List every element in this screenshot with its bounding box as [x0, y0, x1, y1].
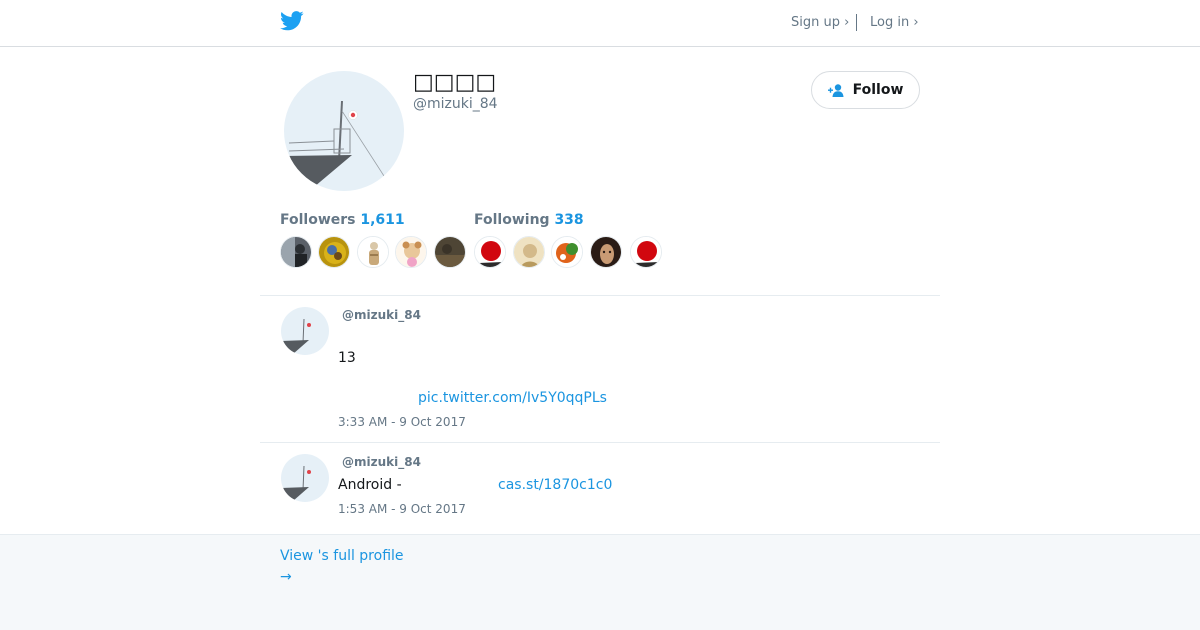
tweet-divider	[260, 442, 940, 443]
follow-button[interactable]: Follow	[811, 71, 920, 109]
tweet-timestamp[interactable]: 1:53 AM - 9 Oct 2017	[338, 502, 466, 516]
signup-link[interactable]: Sign up ›	[791, 15, 849, 30]
tweet-text: Android -	[338, 477, 402, 493]
tweet-link[interactable]: cas.st/1870c1c0	[498, 477, 612, 493]
display-name: □□□□	[413, 70, 497, 95]
footer: View 's full profile →	[0, 534, 1200, 630]
tweet-timestamp[interactable]: 3:33 AM - 9 Oct 2017	[338, 415, 466, 429]
tweet-avatar[interactable]	[281, 307, 329, 355]
follower-avatar[interactable]	[357, 236, 389, 268]
top-bar: Sign up › Log in ›	[0, 0, 1200, 47]
view-full-profile-label: View 's full profile	[280, 548, 404, 564]
nav-divider	[856, 14, 857, 31]
following-label: Following	[474, 212, 550, 228]
view-full-profile-link[interactable]: View 's full profile →	[280, 546, 404, 588]
arrow-right-icon: →	[280, 569, 292, 585]
profile-handle: @mizuki_84	[413, 96, 498, 112]
follow-button-label: Follow	[852, 82, 904, 98]
tweet-handle[interactable]: @mizuki_84	[342, 308, 421, 322]
following-avatar[interactable]	[513, 236, 545, 268]
follower-avatar[interactable]	[318, 236, 350, 268]
follower-avatar[interactable]	[395, 236, 427, 268]
twitter-bird-icon[interactable]	[280, 11, 304, 31]
following-avatar[interactable]	[630, 236, 662, 268]
section-divider	[260, 295, 940, 296]
tweet-text: 13	[338, 350, 356, 366]
tweet-handle[interactable]: @mizuki_84	[342, 455, 421, 469]
follow-person-icon	[827, 83, 844, 97]
follower-avatar[interactable]	[280, 236, 312, 268]
follower-avatar[interactable]	[434, 236, 466, 268]
login-link[interactable]: Log in ›	[870, 15, 919, 30]
followers-label: Followers	[280, 212, 356, 228]
tweet-link[interactable]: pic.twitter.com/Iv5Y0qqPLs	[418, 390, 607, 406]
followers-count: 1,611	[360, 212, 405, 228]
follower-avatars	[280, 236, 680, 270]
following-avatar[interactable]	[474, 236, 506, 268]
following-avatar[interactable]	[551, 236, 583, 268]
followers-stat[interactable]: Followers 1,611	[280, 212, 405, 228]
following-stat[interactable]: Following 338	[474, 212, 584, 228]
tweet-avatar[interactable]	[281, 454, 329, 502]
profile-avatar[interactable]	[284, 71, 404, 191]
following-count: 338	[554, 212, 584, 228]
following-avatar[interactable]	[590, 236, 622, 268]
